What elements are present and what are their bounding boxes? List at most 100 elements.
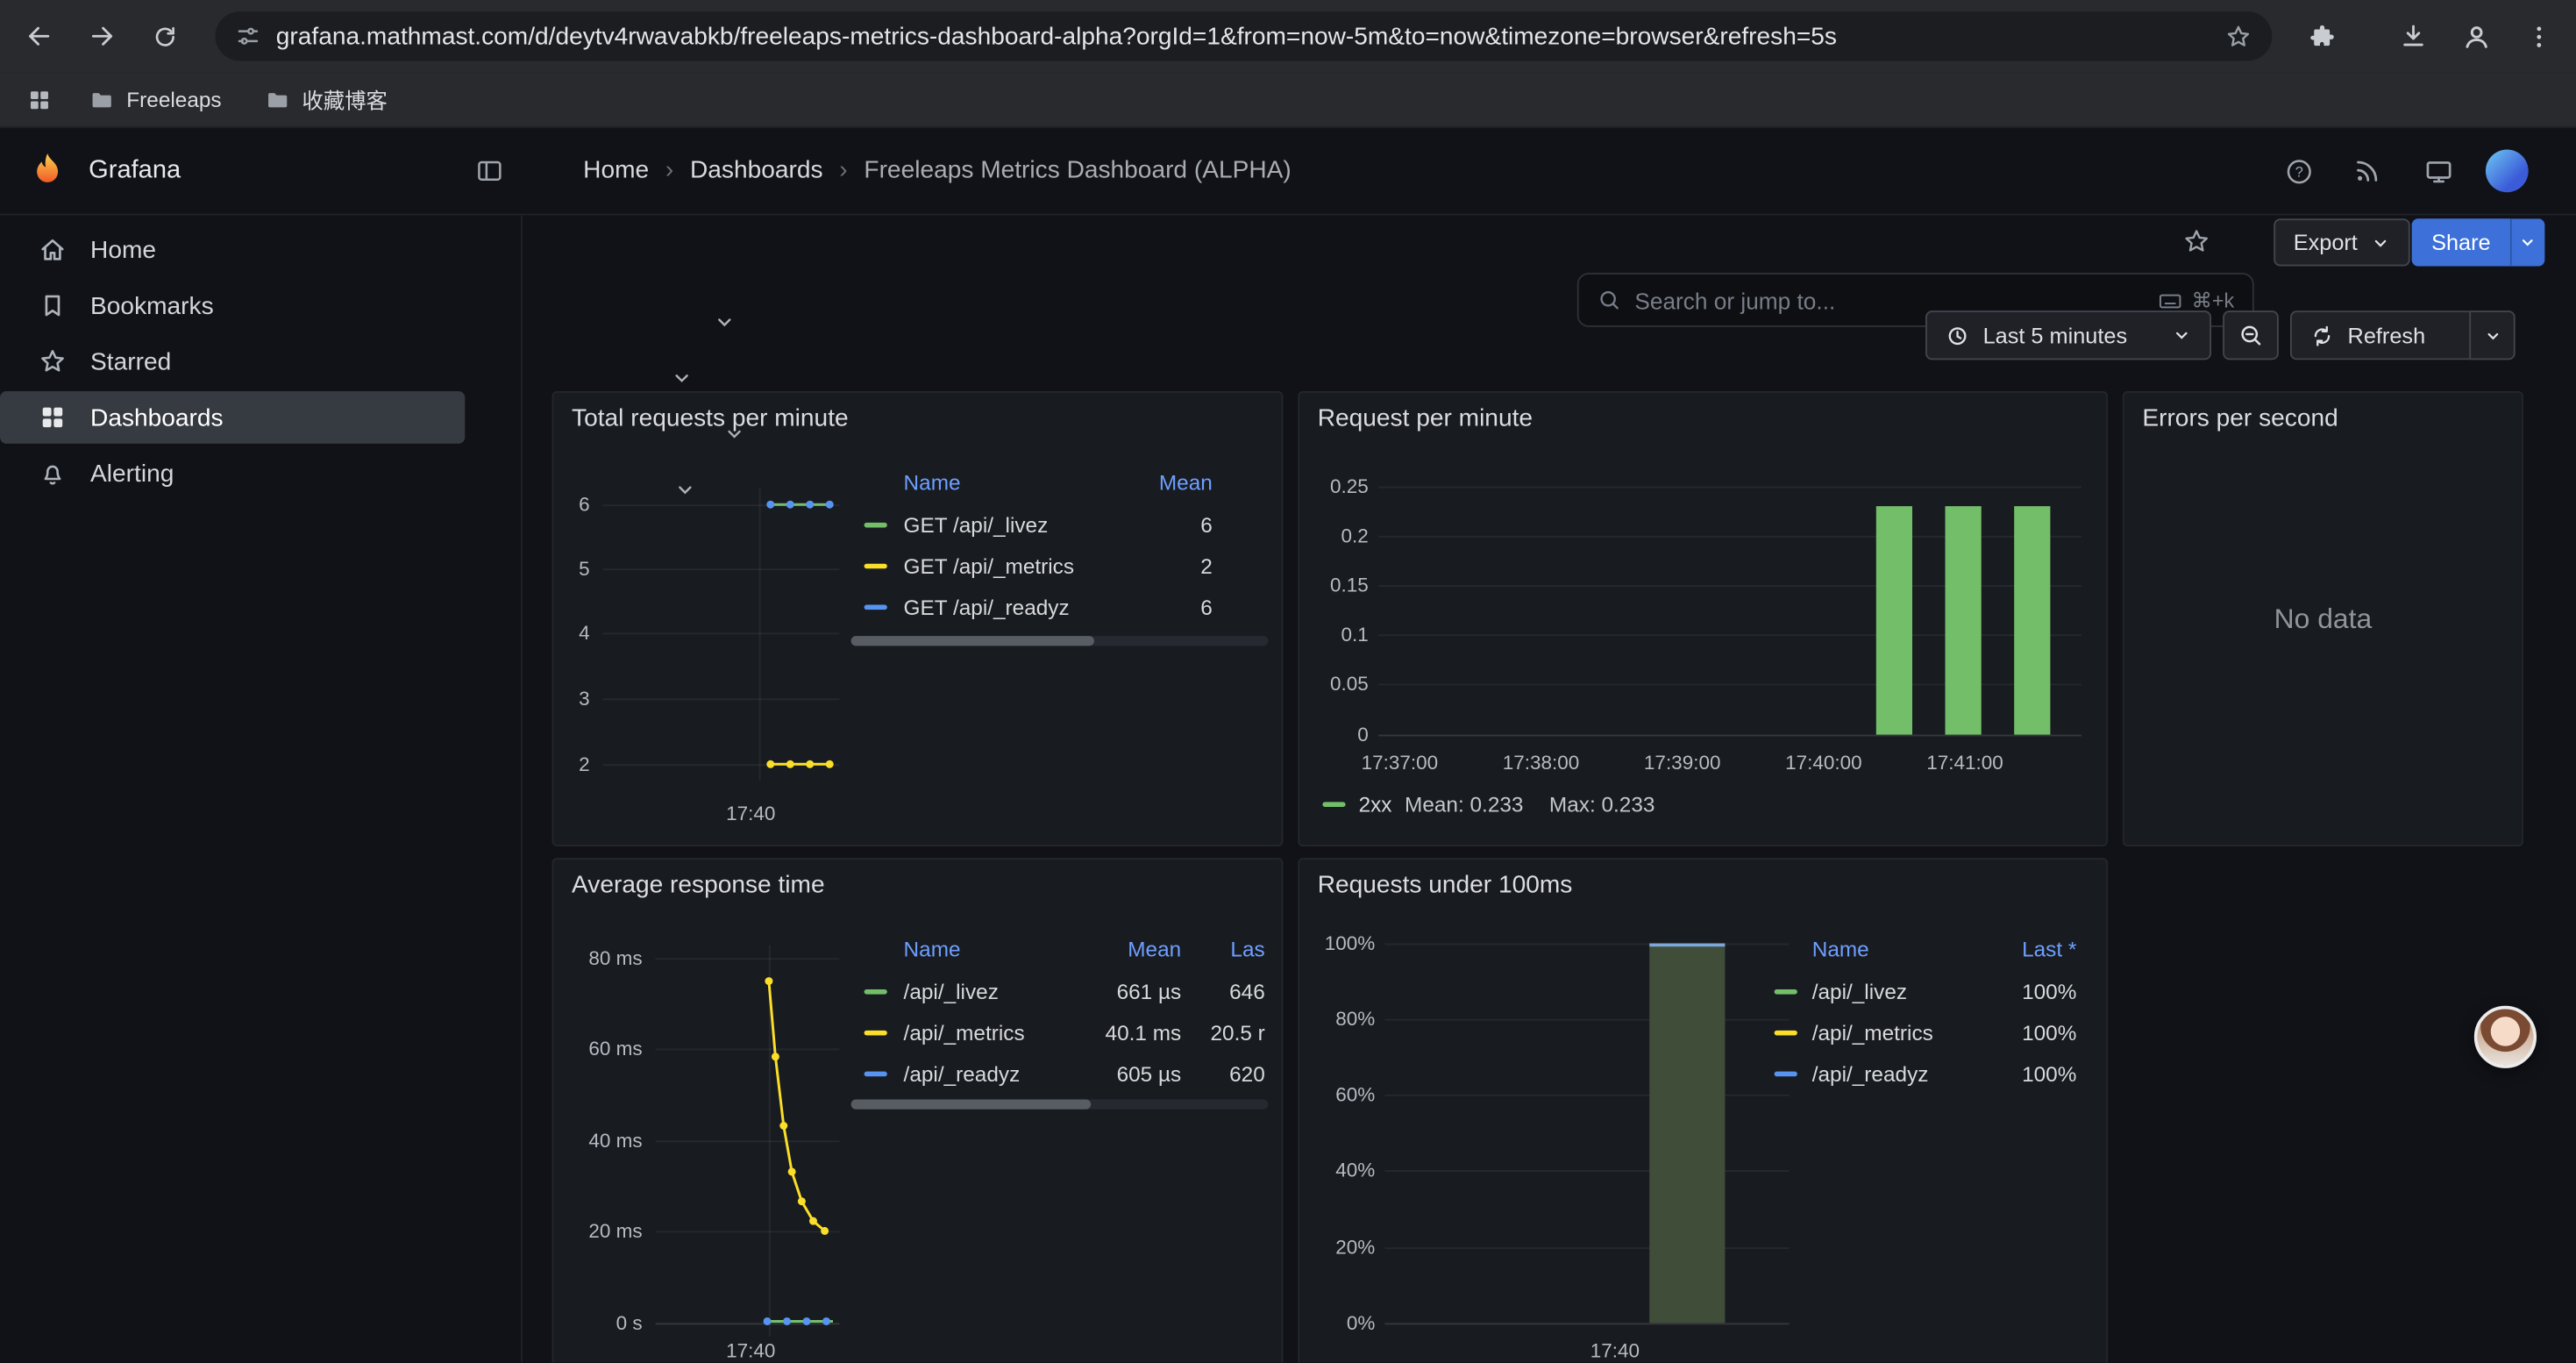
refresh-button[interactable]: Refresh <box>2290 310 2469 360</box>
breadcrumb-dashboards[interactable]: Dashboards <box>690 156 823 184</box>
panel-title[interactable]: Requests under 100ms <box>1318 871 1573 899</box>
url-input[interactable] <box>276 22 2210 50</box>
legend-value-last: 620 <box>1168 1061 1265 1088</box>
legend-header-name[interactable]: Name <box>1812 937 1869 963</box>
panel-title[interactable]: Average response time <box>572 871 825 899</box>
legend-series-name[interactable]: /api/_livez <box>904 980 999 1006</box>
time-range-label: Last 5 minutes <box>1983 323 2128 347</box>
panel-errors-per-second: Errors per second No data <box>2123 391 2523 846</box>
browser-menu-button[interactable] <box>2514 11 2563 61</box>
legend-series-name[interactable]: GET /api/_livez <box>904 513 1049 539</box>
no-data-message: No data <box>2124 393 2522 845</box>
legend-header-name[interactable]: Name <box>904 470 961 496</box>
bookmark-folder-freeleaps[interactable]: Freeleaps <box>75 82 234 118</box>
series-marker <box>1775 989 1797 995</box>
chevron-down-icon[interactable] <box>722 423 745 446</box>
series-marker <box>865 989 887 995</box>
chevron-down-icon[interactable] <box>671 367 694 389</box>
refresh-interval-button[interactable] <box>2469 310 2515 360</box>
downloads-button[interactable] <box>2388 11 2437 61</box>
search-icon <box>1597 288 1621 312</box>
sidebar-item-home[interactable]: Home <box>0 222 523 278</box>
chevron-down-icon[interactable] <box>673 478 696 501</box>
legend-scrollbar-thumb[interactable] <box>851 1100 1092 1110</box>
legend-scrollbar-thumb[interactable] <box>851 636 1094 646</box>
display-button[interactable] <box>2412 145 2465 197</box>
panel-title[interactable]: Total requests per minute <box>572 404 849 432</box>
tune-icon[interactable] <box>235 23 261 49</box>
profile-button[interactable] <box>2451 11 2501 61</box>
bookmark-star-icon[interactable] <box>2224 22 2252 50</box>
address-bar[interactable] <box>215 11 2272 61</box>
gridline <box>1385 1247 1790 1249</box>
apps-grid-icon[interactable] <box>26 86 53 112</box>
dock-panel-icon <box>475 156 505 186</box>
legend-series-name[interactable]: /api/_readyz <box>1812 1061 1929 1088</box>
download-icon <box>2399 21 2429 51</box>
back-icon <box>25 21 54 51</box>
legend-value-mean: 605 µs <box>1063 1061 1181 1088</box>
legend-series-name[interactable]: GET /api/_readyz <box>904 595 1070 621</box>
legend-value-mean: 40.1 ms <box>1063 1021 1181 1047</box>
sidebar-item-dashboards[interactable]: Dashboards <box>0 389 523 446</box>
sidebar-item-starred[interactable]: Starred <box>0 333 523 389</box>
y-axis-tick: 20% <box>1299 1234 1375 1260</box>
legend-series-name[interactable]: /api/_metrics <box>904 1021 1025 1047</box>
sidebar-item-bookmarks[interactable]: Bookmarks <box>0 278 523 334</box>
news-button[interactable] <box>2341 145 2394 197</box>
panel-title[interactable]: Request per minute <box>1318 404 1533 432</box>
search-input[interactable] <box>1634 287 2144 313</box>
favorite-dashboard-button[interactable] <box>2174 218 2219 264</box>
y-axis-tick: 60% <box>1299 1081 1375 1108</box>
back-button[interactable] <box>15 11 64 61</box>
gridline <box>1385 944 1790 946</box>
legend-series-name[interactable]: /api/_readyz <box>904 1061 1021 1088</box>
sidebar-item-alerting[interactable]: Alerting <box>0 446 523 502</box>
legend-header-mean[interactable]: Mean <box>1114 470 1212 496</box>
forward-button[interactable] <box>77 11 126 61</box>
breadcrumb-current: Freeleaps Metrics Dashboard (ALPHA) <box>864 156 1291 184</box>
x-axis-line <box>1385 1323 1790 1324</box>
export-button[interactable]: Export <box>2274 218 2410 266</box>
share-menu-button[interactable] <box>2510 218 2544 266</box>
chat-widget-avatar[interactable] <box>2474 1006 2537 1068</box>
chevron-down-icon <box>2371 232 2390 252</box>
help-button[interactable]: ? <box>2272 145 2324 197</box>
breadcrumb-home[interactable]: Home <box>583 156 649 184</box>
legend-header-last[interactable]: Las <box>1230 937 1279 963</box>
series-marker <box>865 605 887 610</box>
bell-icon <box>38 459 68 489</box>
legend-value-last: 100% <box>1961 980 2076 1006</box>
series-marker <box>1775 1072 1797 1077</box>
panel-requests-under-100ms: Requests under 100ms 100% 80% 60% 40% 20… <box>1298 858 2108 1362</box>
legend-value-last: 20.5 r <box>1168 1021 1265 1047</box>
legend-header-mean[interactable]: Mean <box>1063 937 1181 963</box>
legend-series-name[interactable]: GET /api/_metrics <box>904 553 1074 580</box>
legend-series-name[interactable]: /api/_livez <box>1812 980 1907 1006</box>
y-axis-tick: 80 ms <box>553 945 642 971</box>
chevron-down-icon[interactable] <box>713 310 736 333</box>
y-axis-tick: 0.2 <box>1299 523 1369 549</box>
y-axis-tick: 0.1 <box>1299 621 1369 647</box>
zoom-out-button[interactable] <box>2223 310 2279 360</box>
help-icon: ? <box>2283 155 2315 187</box>
user-avatar[interactable] <box>2486 150 2529 193</box>
sidebar-item-label: Starred <box>90 347 171 375</box>
legend-header-last[interactable]: Last * <box>1961 937 2076 963</box>
x-axis-tick: 17:40 <box>1574 1338 1656 1362</box>
legend-series-name[interactable]: 2xx <box>1359 792 1392 818</box>
bookmark-folder-blogs[interactable]: 收藏博客 <box>251 79 401 120</box>
kebab-menu-icon <box>2524 22 2552 50</box>
share-button[interactable]: Share <box>2412 218 2510 266</box>
gridline <box>1385 1095 1790 1096</box>
y-axis-tick: 0.15 <box>1299 572 1369 598</box>
time-range-picker[interactable]: Last 5 minutes <box>1925 310 2211 360</box>
extensions-button[interactable] <box>2296 11 2345 61</box>
sidebar-toggle-button[interactable] <box>463 145 516 197</box>
grafana-logo[interactable] <box>26 150 69 193</box>
share-label: Share <box>2431 230 2491 254</box>
legend-series-name[interactable]: /api/_metrics <box>1812 1021 1933 1047</box>
legend-header-name[interactable]: Name <box>904 937 961 963</box>
reload-button[interactable] <box>139 11 189 61</box>
x-axis-tick: 17:40:00 <box>1766 749 1881 775</box>
